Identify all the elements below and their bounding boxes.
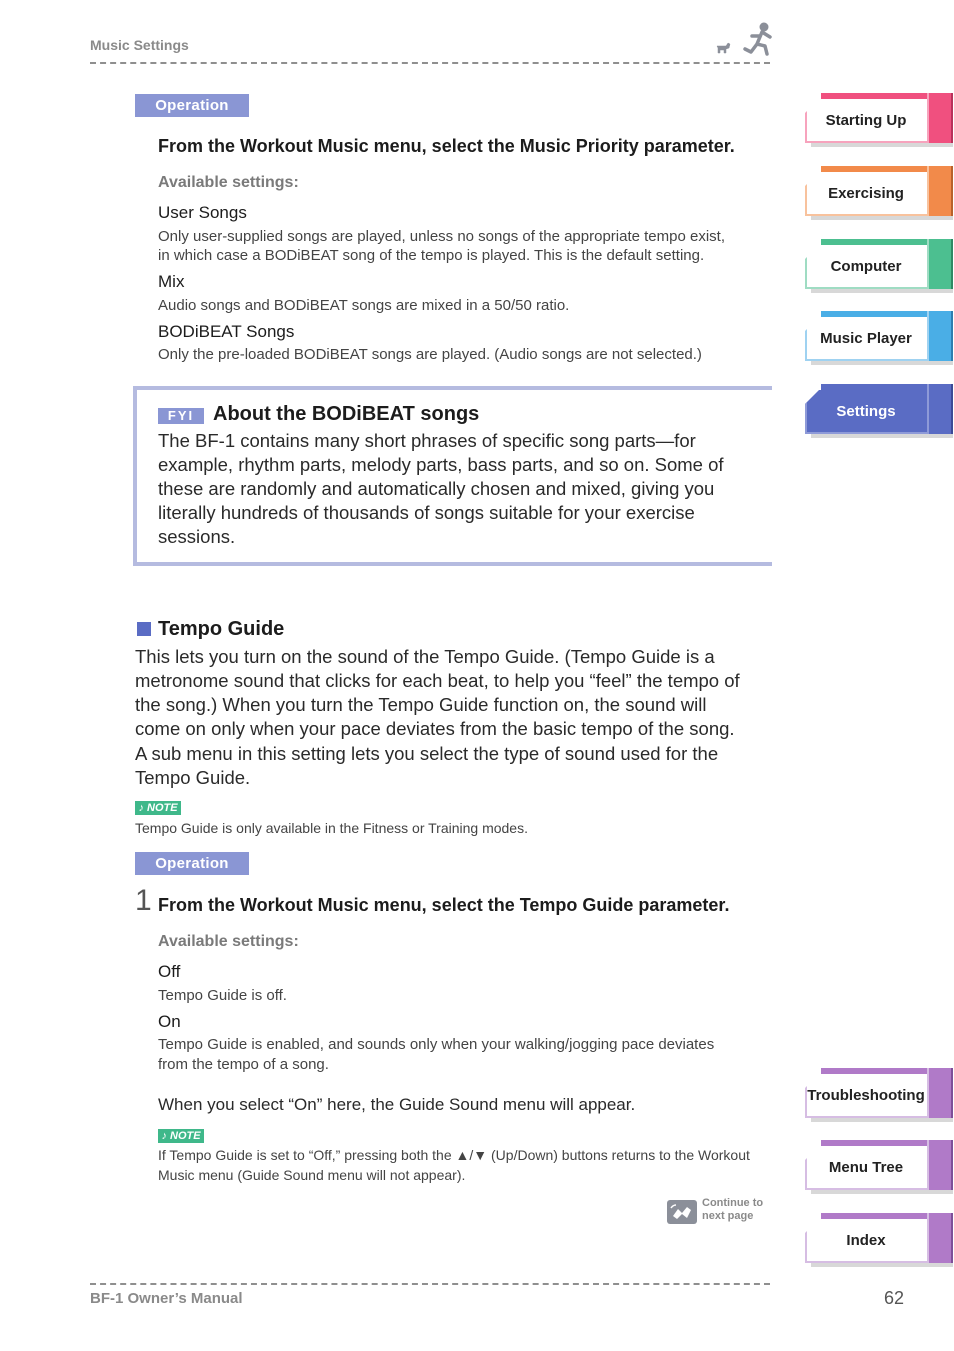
side-tab-computer[interactable]: Computer: [805, 239, 953, 293]
step-number: 1: [135, 884, 152, 917]
side-tab-label: Starting Up: [825, 112, 907, 129]
side-tab-index[interactable]: Index: [805, 1213, 953, 1267]
tab-shadow: [811, 1118, 953, 1122]
tab-shadow: [811, 434, 953, 438]
page-number: 62: [884, 1288, 905, 1308]
option-description: Audio songs and BODiBEAT songs are mixed…: [158, 297, 570, 314]
continue-line2: next page: [702, 1210, 754, 1222]
side-tab-label: Troubleshooting: [807, 1087, 925, 1104]
side-tab-label: Index: [846, 1232, 886, 1249]
option-description: Only the pre-loaded BODiBEAT songs are p…: [158, 346, 702, 363]
tab-shadow: [811, 216, 953, 220]
on-followup-text: When you select “On” here, the Guide Sou…: [158, 1095, 636, 1114]
side-tab-exercising[interactable]: Exercising: [805, 166, 953, 220]
operation-badge: Operation: [135, 94, 249, 117]
manual-title: BF-1 Owner’s Manual: [90, 1290, 243, 1307]
option-name: Mix: [158, 272, 185, 291]
tab-color-block: [927, 384, 953, 434]
section-title: Music Settings: [90, 37, 189, 53]
tempo-guide-instruction: From the Workout Music menu, select the …: [158, 895, 730, 915]
note-tag: ♪ NOTE: [158, 1129, 204, 1143]
tempo-guide-body-line: the song.) When you turn the Tempo Guide…: [135, 694, 707, 715]
tab-shadow: [811, 143, 953, 147]
side-tab-music-player[interactable]: Music Player: [805, 311, 953, 365]
fyi-body-line: example, rhythm parts, melody parts, bas…: [158, 454, 724, 475]
continue-line1: Continue to: [702, 1197, 764, 1209]
note-text: Music menu (Guide Sound menu will not ap…: [158, 1167, 466, 1183]
option-name: On: [158, 1012, 181, 1031]
fyi-body-line: literally hundreds of thousands of songs…: [158, 502, 695, 523]
side-tab-troubleshooting[interactable]: Troubleshooting: [805, 1068, 953, 1122]
tab-shadow: [811, 289, 953, 293]
tab-shadow: [811, 1263, 953, 1267]
tempo-guide-heading: Tempo Guide: [158, 618, 285, 640]
tempo-guide-body-line: come on only when your pace deviates fro…: [135, 718, 735, 739]
tab-color-block: [927, 166, 953, 216]
header-divider: [90, 62, 770, 64]
tempo-guide-body-line: Tempo Guide.: [135, 767, 251, 788]
side-tab-settings[interactable]: Settings: [805, 384, 953, 438]
option-description: Tempo Guide is enabled, and sounds only …: [158, 1036, 715, 1053]
option-description: from the tempo of a song.: [158, 1056, 329, 1073]
music-priority-instruction: From the Workout Music menu, select the …: [158, 136, 735, 156]
fyi-title: About the BODiBEAT songs: [213, 403, 480, 425]
option-name: User Songs: [158, 203, 247, 222]
option-description: in which case a BODiBEAT song of the tem…: [158, 247, 705, 264]
operation-badge: Operation: [135, 852, 249, 875]
tempo-guide-body-line: A sub menu in this setting lets you sele…: [135, 743, 719, 764]
fyi-body-line: these are randomly and automatically cho…: [158, 478, 715, 499]
option-name: BODiBEAT Songs: [158, 322, 295, 341]
side-tab-menu-tree[interactable]: Menu Tree: [805, 1140, 953, 1194]
option-description: Only user-supplied songs are played, unl…: [158, 228, 725, 245]
available-settings-label: Available settings:: [158, 174, 299, 191]
tempo-guide-body-line: metronome sound that clicks for each bea…: [135, 670, 740, 691]
tab-shadow: [811, 361, 953, 365]
note-tag: ♪ NOTE: [135, 801, 181, 815]
option-name: Off: [158, 962, 181, 981]
footer-divider: [90, 1283, 770, 1285]
runner-and-dog-icon: [714, 22, 774, 58]
fyi-body-line: The BF-1 contains many short phrases of …: [158, 430, 696, 451]
continue-to-next-page-link[interactable]: Continue to next page: [702, 1197, 763, 1223]
continue-arrow-icon[interactable]: [667, 1200, 697, 1224]
fyi-body-line: sessions.: [158, 526, 236, 547]
tab-shadow: [811, 1190, 953, 1194]
tab-color-block: [927, 239, 953, 289]
note-text: Tempo Guide is only available in the Fit…: [135, 820, 528, 836]
tab-color-block: [927, 1068, 953, 1118]
section-marker-icon: [137, 622, 151, 636]
tempo-guide-body-line: This lets you turn on the sound of the T…: [135, 646, 715, 667]
side-tab-label: Music Player: [820, 330, 912, 347]
note-text: If Tempo Guide is set to “Off,” pressing…: [158, 1147, 750, 1163]
side-tab-starting-up[interactable]: Starting Up: [805, 93, 953, 147]
side-tab-label: Settings: [836, 403, 896, 420]
side-tab-label: Computer: [830, 258, 902, 275]
tab-color-block: [927, 93, 953, 143]
available-settings-label: Available settings:: [158, 933, 299, 950]
tab-color-block: [927, 1213, 953, 1263]
option-description: Tempo Guide is off.: [158, 987, 287, 1004]
side-tab-label: Menu Tree: [828, 1159, 904, 1176]
side-tab-label: Exercising: [828, 185, 904, 202]
tab-color-block: [927, 1140, 953, 1190]
tab-color-block: [927, 311, 953, 361]
fyi-tag: FYI: [158, 408, 204, 424]
